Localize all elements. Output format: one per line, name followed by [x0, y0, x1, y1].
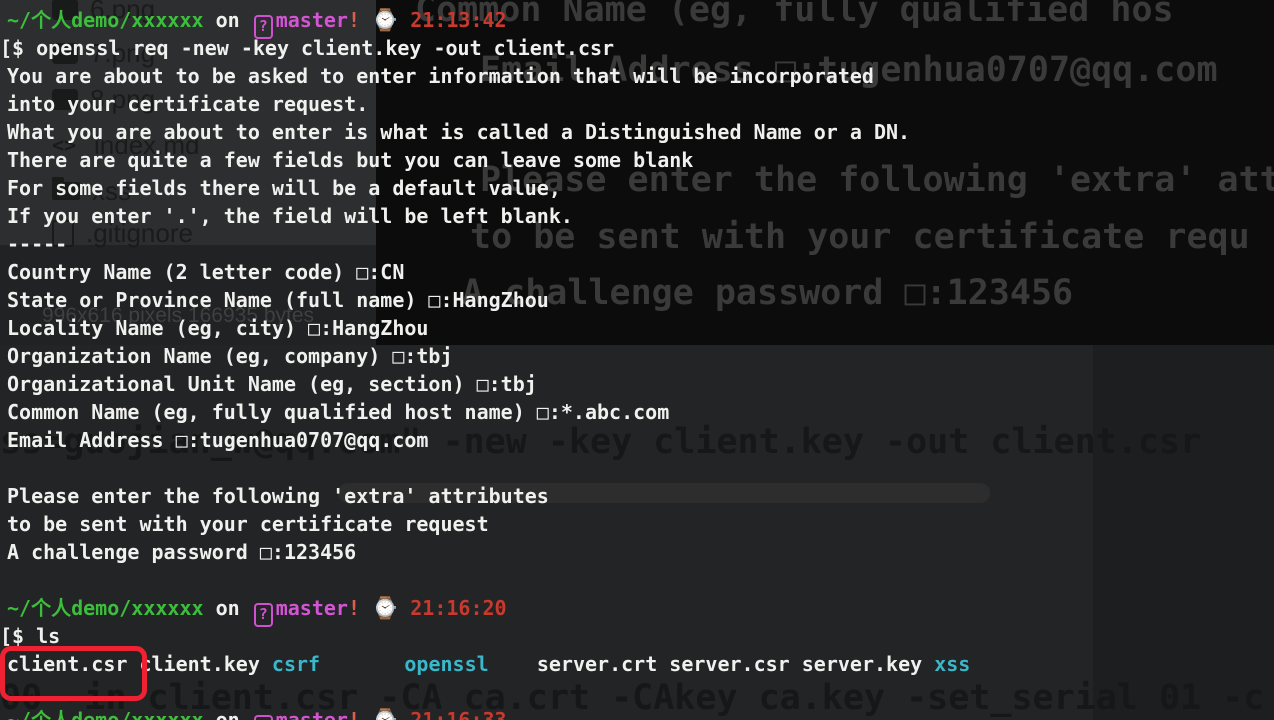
terminal-line: to be sent with your certificate request — [7, 510, 489, 538]
prompt-path: ~/个人demo/xxxxxx — [7, 8, 204, 32]
clock-watch-icon: ⌚ — [372, 596, 398, 620]
terminal-text: Email Address □:tugenhua0707@qq.com — [7, 428, 428, 452]
prompt-timestamp: 21:16:33 — [410, 708, 506, 720]
terminal-line: There are quite a few fields but you can… — [7, 146, 693, 174]
terminal-line: A challenge password □:123456 — [7, 538, 356, 566]
terminal-text: You are about to be asked to enter infor… — [7, 64, 874, 88]
terminal-text — [320, 652, 404, 676]
terminal-text: [$ ls — [0, 624, 60, 648]
terminal-line: ----- — [7, 230, 67, 258]
terminal-text: server.crt server.csr server.key — [537, 652, 934, 676]
terminal-text: State or Province Name (full name) □:Han… — [7, 288, 549, 312]
terminal-line: Please enter the following 'extra' attri… — [7, 482, 549, 510]
terminal-text: into your certificate request. — [7, 92, 368, 116]
clock-watch-icon: ⌚ — [372, 8, 398, 32]
terminal-text — [489, 652, 537, 676]
terminal-text: Please enter the following 'extra' attri… — [7, 484, 549, 508]
background-ghost-line: to be sent with your certificate requ — [470, 217, 1250, 257]
git-branch-question-icon: ? — [254, 603, 273, 627]
terminal-text: [$ openssl req -new -key client.key -out… — [0, 36, 614, 60]
terminal-line: ~/个人demo/xxxxxx on ?master! ⌚ 21:16:20 — [7, 594, 507, 627]
terminal-line: What you are about to enter is what is c… — [7, 118, 910, 146]
clock-watch-icon: ⌚ — [372, 708, 398, 720]
background-ghost-line: Common Name (eg, fully qualified hos — [415, 0, 1174, 30]
background-right-strip — [1093, 345, 1274, 720]
terminal-text: Locality Name (eg, city) □:HangZhou — [7, 316, 428, 340]
background-ghost-line: A challenge password □:123456 — [462, 273, 1073, 313]
terminal-text: on — [204, 596, 252, 620]
terminal-text — [398, 708, 410, 720]
prompt-timestamp: 21:16:20 — [410, 596, 506, 620]
terminal-text: Organization Name (eg, company) □:tbj — [7, 344, 453, 368]
terminal-line: For some fields there will be a default … — [7, 174, 561, 202]
terminal-text: ! — [348, 8, 372, 32]
directory-name: openssl — [404, 652, 488, 676]
terminal-text: Organizational Unit Name (eg, section) □… — [7, 372, 537, 396]
terminal-text: Country Name (2 letter code) □:CN — [7, 260, 404, 284]
terminal-text: ! — [348, 596, 372, 620]
directory-name: csrf — [272, 652, 320, 676]
prompt-timestamp: 21:13:42 — [410, 8, 506, 32]
annotation-highlight-box — [0, 646, 147, 701]
terminal-text — [398, 596, 410, 620]
terminal-line: Email Address □:tugenhua0707@qq.com — [7, 426, 428, 454]
terminal-line: ~/个人demo/xxxxxx on ?master! ⌚ 21:16:33 — [7, 706, 507, 720]
terminal-text: For some fields there will be a default … — [7, 176, 561, 200]
terminal-text: on — [204, 8, 252, 32]
terminal-line: client.csr client.key csrf openssl serve… — [7, 650, 970, 678]
terminal-text: There are quite a few fields but you can… — [7, 148, 693, 172]
git-branch-name: master — [276, 8, 348, 32]
terminal-text: to be sent with your certificate request — [7, 512, 489, 536]
terminal-text: What you are about to enter is what is c… — [7, 120, 910, 144]
terminal-line: Organizational Unit Name (eg, section) □… — [7, 370, 537, 398]
terminal-line: You are about to be asked to enter infor… — [7, 62, 874, 90]
git-branch-name: master — [276, 708, 348, 720]
terminal-text: If you enter '.', the field will be left… — [7, 204, 573, 228]
terminal-line: Locality Name (eg, city) □:HangZhou — [7, 314, 428, 342]
terminal-line: into your certificate request. — [7, 90, 368, 118]
terminal-text: Common Name (eg, fully qualified host na… — [7, 400, 669, 424]
terminal-line: Organization Name (eg, company) □:tbj — [7, 342, 453, 370]
git-branch-question-icon: ? — [254, 715, 273, 720]
terminal-line: Common Name (eg, fully qualified host na… — [7, 398, 669, 426]
terminal-screen[interactable]: 6.png7.png8.png<>index.mdxss.gitignore 9… — [0, 0, 1274, 720]
terminal-text: ! — [348, 708, 372, 720]
git-branch-name: master — [276, 596, 348, 620]
terminal-text — [398, 8, 410, 32]
prompt-path: ~/个人demo/xxxxxx — [7, 708, 204, 720]
terminal-text: ----- — [7, 232, 67, 256]
terminal-line: If you enter '.', the field will be left… — [7, 202, 573, 230]
terminal-text: A challenge password □:123456 — [7, 540, 356, 564]
terminal-line: [$ openssl req -new -key client.key -out… — [0, 34, 614, 62]
prompt-path: ~/个人demo/xxxxxx — [7, 596, 204, 620]
terminal-text: on — [204, 708, 252, 720]
terminal-line: State or Province Name (full name) □:Han… — [7, 286, 549, 314]
terminal-line: Country Name (2 letter code) □:CN — [7, 258, 404, 286]
directory-name: xss — [934, 652, 970, 676]
